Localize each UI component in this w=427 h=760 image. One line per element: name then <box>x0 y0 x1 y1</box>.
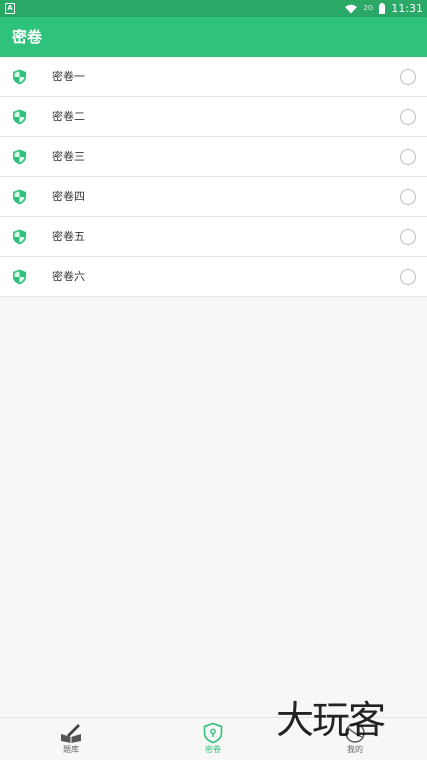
shield-icon <box>13 189 26 205</box>
radio-button[interactable] <box>400 109 416 125</box>
tab-label: 密卷 <box>205 745 221 754</box>
sim-indicator-icon: A <box>5 3 15 14</box>
status-icons: 2G 11:31 <box>345 0 423 17</box>
sim-label: A <box>7 4 13 12</box>
shield-icon <box>13 269 26 285</box>
tab-question-bank[interactable]: 题库 <box>31 718 111 760</box>
tab-label: 题库 <box>63 745 79 754</box>
shield-icon <box>13 149 26 165</box>
network-label: 2G <box>363 4 374 12</box>
app-bar: 密卷 <box>0 17 427 57</box>
list-item[interactable]: 密卷三 <box>0 137 427 177</box>
watermark-logo: 大玩客 <box>276 698 386 742</box>
list-item-label: 密卷六 <box>52 270 85 283</box>
book-pencil-icon <box>61 724 81 743</box>
battery-icon <box>379 3 386 14</box>
shield-icon <box>13 69 26 85</box>
paper-list: 密卷一 密卷二 密卷三 密卷四 密卷五 密卷六 <box>0 57 427 297</box>
wifi-icon <box>345 4 358 13</box>
radio-button[interactable] <box>400 189 416 205</box>
list-item[interactable]: 密卷六 <box>0 257 427 297</box>
list-item-label: 密卷二 <box>52 110 85 123</box>
radio-button[interactable] <box>400 229 416 245</box>
status-bar: A 2G 11:31 <box>0 0 427 17</box>
list-item-label: 密卷四 <box>52 190 85 203</box>
status-time: 11:31 <box>391 2 423 15</box>
list-item[interactable]: 密卷二 <box>0 97 427 137</box>
shield-lock-icon <box>203 722 223 744</box>
list-item[interactable]: 密卷一 <box>0 57 427 97</box>
radio-button[interactable] <box>400 269 416 285</box>
list-item[interactable]: 密卷四 <box>0 177 427 217</box>
page-title: 密卷 <box>12 28 43 46</box>
list-item[interactable]: 密卷五 <box>0 217 427 257</box>
tab-secret-papers[interactable]: 密卷 <box>173 718 253 760</box>
shield-icon <box>13 229 26 245</box>
shield-icon <box>13 109 26 125</box>
list-item-label: 密卷三 <box>52 150 85 163</box>
radio-button[interactable] <box>400 149 416 165</box>
radio-button[interactable] <box>400 69 416 85</box>
list-item-label: 密卷五 <box>52 230 85 243</box>
list-item-label: 密卷一 <box>52 70 85 83</box>
